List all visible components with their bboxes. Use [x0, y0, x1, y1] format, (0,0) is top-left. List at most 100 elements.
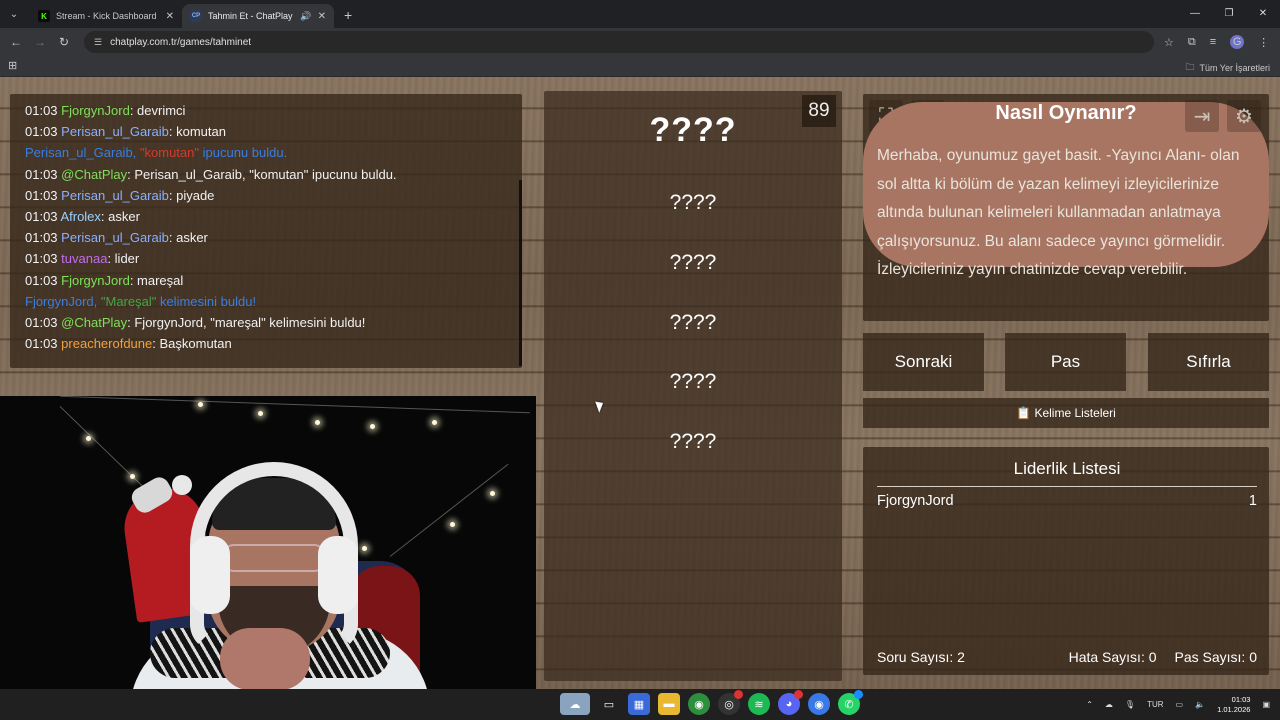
chat-username[interactable]: Perisan_ul_Garaib	[61, 230, 169, 245]
chat-timestamp: 01:03	[25, 336, 58, 352]
chat-text: Başkomutan	[159, 336, 232, 352]
tab-close-icon[interactable]: ✕	[318, 11, 326, 22]
new-tab-icon[interactable]: +	[344, 7, 352, 23]
chat-message: 01:03 preacherofdune: Başkomutan	[25, 333, 522, 354]
all-bookmarks-button[interactable]: 🗀 Tüm Yer İşaretleri	[1185, 60, 1270, 76]
chat-timestamp: 01:03	[25, 187, 58, 203]
fairy-light	[432, 420, 437, 425]
chat-message: 01:03 @ChatPlay: FjorgynJord, "mareşal" …	[25, 312, 522, 333]
store-icon[interactable]: ▦	[628, 693, 650, 715]
chat-username[interactable]: @ChatPlay	[61, 167, 127, 182]
main-word: ????	[649, 111, 737, 149]
word-lists-label: Kelime Listeleri	[1034, 406, 1116, 420]
tab-chatplay[interactable]: CP Tahmin Et - ChatPlay 🔊 ✕	[182, 4, 334, 28]
reload-icon[interactable]: ↻	[52, 35, 76, 49]
chat-separator: :	[168, 230, 177, 246]
fairy-light	[450, 522, 455, 527]
system-word: "Mareşal"	[100, 293, 157, 309]
chat-timestamp: 01:03	[25, 272, 58, 288]
media-controls-icon[interactable]: ≡	[1210, 36, 1216, 48]
site-info-icon[interactable]: ☰	[94, 37, 102, 48]
chat-username[interactable]: Perisan_ul_Garaib	[61, 124, 169, 139]
tab-title: Stream - Kick Dashboard	[56, 11, 157, 21]
profile-avatar[interactable]: G	[1230, 35, 1245, 49]
game-stats: Soru Sayısı: 2 Hata Sayısı: 0 Pas Sayısı…	[877, 649, 1257, 665]
chrome-icon[interactable]: ◉	[688, 693, 710, 715]
chat-message: Perisan_ul_Garaib, "komutan" ipucunu bul…	[25, 142, 522, 163]
word-lists-button[interactable]: 📋 Kelime Listeleri	[863, 398, 1269, 428]
tab-kick-dashboard[interactable]: K Stream - Kick Dashboard ✕	[30, 4, 182, 28]
chat-text: piyade	[176, 187, 215, 203]
chat-message: 01:03 tuvanaa: lider	[25, 248, 522, 269]
fairy-light	[370, 424, 375, 429]
chat-username[interactable]: tuvanaa	[61, 251, 107, 266]
exit-icon[interactable]: ⇥	[1185, 100, 1219, 132]
tab-search-icon[interactable]: ⌄	[4, 4, 24, 24]
next-button[interactable]: Sonraki	[863, 333, 984, 391]
all-bookmarks-label: Tüm Yer İşaretleri	[1199, 63, 1270, 73]
system-user: Perisan_ul_Garaib,	[25, 145, 140, 161]
chat-timestamp: 01:03	[25, 124, 58, 140]
chat-scrollbar[interactable]	[519, 180, 522, 366]
microphone-icon[interactable]: 🎙	[1125, 700, 1135, 709]
chrome-profile-icon[interactable]: ◉	[808, 693, 830, 715]
chat-separator: :	[168, 187, 177, 203]
chat-username[interactable]: preacherofdune	[61, 336, 152, 351]
bookmark-star-icon[interactable]: ☆	[1164, 36, 1174, 49]
network-icon[interactable]: ▭	[1176, 700, 1184, 709]
notifications-icon[interactable]: ▣	[1262, 700, 1270, 709]
chevron-up-icon[interactable]: ⌃	[1086, 700, 1093, 709]
chat-username[interactable]: FjorgynJord	[61, 273, 130, 288]
whatsapp-icon[interactable]: ✆	[838, 690, 863, 715]
chat-text: devrimci	[137, 103, 186, 118]
headset-earcup	[318, 536, 358, 614]
fairy-light	[362, 546, 367, 551]
onedrive-icon[interactable]: ☁	[1105, 700, 1113, 709]
chat-timestamp: 01:03	[25, 315, 58, 331]
url-input[interactable]: ☰ chatplay.com.tr/games/tahminet	[84, 31, 1154, 53]
spotify-icon[interactable]: ≋	[748, 693, 770, 715]
chat-username[interactable]: Afrolex	[60, 209, 100, 224]
obs-icon[interactable]: ◎	[718, 690, 743, 715]
chat-text: Perisan_ul_Garaib, "komutan" ipucunu bul…	[134, 166, 397, 182]
language-indicator[interactable]: TUR	[1147, 700, 1163, 709]
chat-timestamp: 01:03	[25, 166, 58, 182]
window-controls: — ❐ ✕	[1178, 0, 1280, 28]
chatplay-favicon-icon: CP	[190, 10, 202, 22]
minimize-icon[interactable]: —	[1178, 0, 1212, 28]
chat-username[interactable]: @ChatPlay	[61, 315, 127, 330]
leaderboard-panel: Liderlik Listesi FjorgynJord 1 Soru Sayı…	[863, 447, 1269, 675]
forward-icon[interactable]: →	[28, 35, 52, 49]
tab-close-icon[interactable]: ✕	[166, 11, 174, 22]
discord-icon[interactable]: ◕	[778, 690, 803, 715]
light-wire	[60, 396, 530, 414]
volume-icon[interactable]: 🔈	[1195, 700, 1205, 709]
pass-button[interactable]: Pas	[1005, 333, 1126, 391]
task-view-icon[interactable]: ▭	[598, 693, 620, 715]
speaker-icon[interactable]: 🔊	[300, 11, 311, 22]
browser-tab-bar: ⌄ K Stream - Kick Dashboard ✕ CP Tahmin …	[0, 0, 1280, 28]
bookmarks-bar: ⊞ 🗀 Tüm Yer İşaretleri	[0, 56, 1280, 77]
restore-icon[interactable]: ❐	[1212, 0, 1246, 28]
chat-username[interactable]: FjorgynJord	[61, 103, 130, 118]
menu-icon[interactable]: ⋮	[1258, 36, 1269, 49]
close-window-icon[interactable]: ✕	[1246, 0, 1280, 28]
settings-gear-icon[interactable]: ⚙	[1227, 100, 1261, 132]
notification-badge	[854, 690, 863, 699]
apps-grid-icon[interactable]: ⊞	[8, 59, 17, 72]
chat-message: 01:03 Afrolex: asker	[25, 206, 522, 227]
leaderboard-title: Liderlik Listesi	[877, 459, 1257, 487]
widgets-icon[interactable]: ☁	[560, 693, 590, 715]
chat-message: 01:03 Perisan_ul_Garaib: komutan	[25, 121, 522, 142]
file-explorer-icon[interactable]: ▬	[658, 693, 680, 715]
chat-text: asker	[176, 230, 208, 246]
back-icon[interactable]: ←	[4, 35, 28, 49]
extensions-icon[interactable]: ⧉	[1188, 36, 1196, 49]
chat-username[interactable]: Perisan_ul_Garaib	[61, 188, 169, 203]
clock[interactable]: 01:03 1.01.2026	[1217, 695, 1250, 715]
reset-button[interactable]: Sıfırla	[1148, 333, 1269, 391]
chat-timestamp: 01:03	[25, 209, 58, 225]
chat-text: lider	[114, 251, 140, 267]
system-text: kelimesini buldu!	[156, 293, 257, 309]
chat-message: 01:03 Perisan_ul_Garaib: asker	[25, 227, 522, 248]
